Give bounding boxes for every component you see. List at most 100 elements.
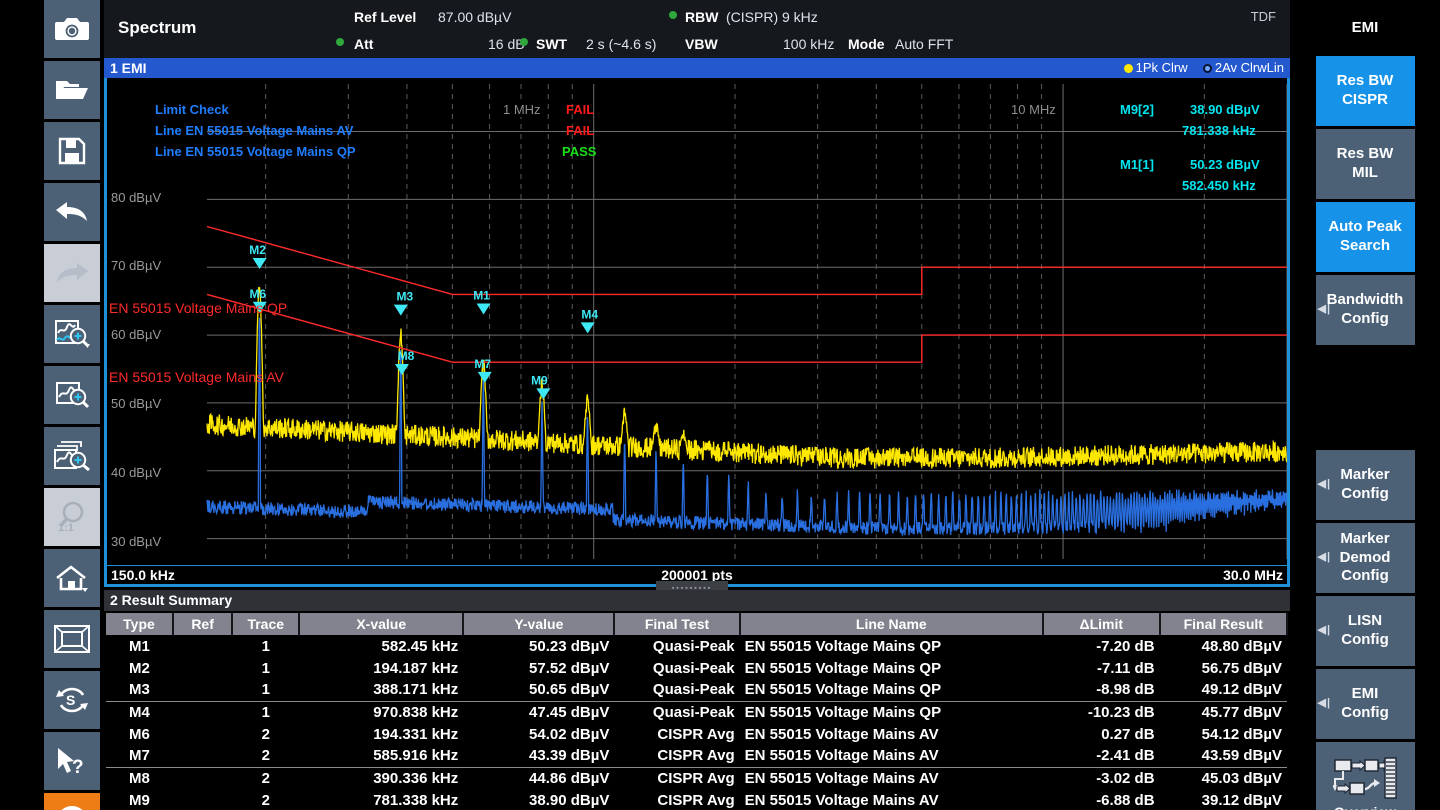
fullscreen-icon[interactable] (44, 610, 100, 668)
window2-title[interactable]: 2 Result Summary (104, 590, 1290, 611)
att-label: Att (354, 36, 373, 52)
cell-ref (173, 701, 232, 723)
table-row[interactable]: M92781.338 kHz38.90 dBµVCISPR AvgEN 5501… (106, 789, 1287, 810)
menu-item-label: MarkerDemodConfig (1340, 530, 1391, 586)
y-tick-40: 40 dBµV (111, 465, 161, 480)
overview-button[interactable]: Overview (1316, 742, 1415, 810)
menu-item-emi-config[interactable]: ◀EMIConfig (1316, 669, 1415, 739)
marker-readout-m9-label: M9[2] (1120, 102, 1154, 117)
spectrum-plot[interactable]: M2M6M3M8M1M7M9M4 80 dBµV 70 dBµV 60 dBµV… (104, 78, 1290, 565)
cell-delta-limit: -8.98 dB (1043, 679, 1160, 701)
sequencer-icon[interactable]: S (44, 671, 100, 729)
menu-item-bandwidth-config[interactable]: ◀BandwidthConfig (1316, 275, 1415, 345)
undo-arrow-icon[interactable] (44, 183, 100, 241)
menu-item-lisn-config[interactable]: ◀LISNConfig (1316, 596, 1415, 666)
x-tick-10mhz: 10 MHz (1009, 102, 1058, 117)
cell-trace: 2 (232, 723, 299, 745)
limit-line-qp-result: PASS (562, 144, 596, 159)
cell-line-name: EN 55015 Voltage Mains QP (740, 635, 1043, 657)
menu-item-res-bw-mil[interactable]: Res BWMIL (1316, 129, 1415, 199)
marker-triangle-M1 (477, 304, 491, 315)
column-header-linename[interactable]: Line Name (740, 613, 1043, 635)
column-header-ref[interactable]: Ref (173, 613, 232, 635)
open-folder-icon[interactable] (44, 61, 100, 119)
start-frequency[interactable]: 150.0 kHz (111, 567, 175, 583)
zoom-in-icon[interactable] (44, 366, 100, 424)
menu-item-marker-config[interactable]: ◀MarkerConfig (1316, 450, 1415, 520)
cell-delta-limit: -6.88 dB (1043, 789, 1160, 810)
column-header-finalresult[interactable]: Final Result (1160, 613, 1287, 635)
rbw-status-dot (669, 11, 677, 19)
zoom-1to1-icon[interactable]: 1:1 (44, 488, 100, 546)
table-row[interactable]: M21194.187 kHz57.52 dBµVQuasi-PeakEN 550… (106, 657, 1287, 679)
multi-zoom-icon[interactable] (44, 427, 100, 485)
cell-final-result: 39.12 dBµV (1160, 789, 1287, 810)
menu-title: EMI (1316, 0, 1415, 56)
table-header-row: TypeRefTraceX-valueY-valueFinal TestLine… (106, 613, 1287, 635)
column-header-yvalue[interactable]: Y-value (463, 613, 614, 635)
vbw-value[interactable]: 100 kHz (783, 36, 834, 52)
table-row[interactable]: M41970.838 kHz47.45 dBµVQuasi-PeakEN 550… (106, 701, 1287, 723)
fft-mode-label: Mode (848, 36, 885, 52)
cell-type: M3 (106, 679, 173, 701)
camera-icon[interactable] (44, 0, 100, 58)
stop-frequency[interactable]: 30.0 MHz (1223, 567, 1283, 583)
trace-legend[interactable]: 1Pk Clrw 2Av ClrwLin (1124, 58, 1284, 78)
emi-diagram-window: 1 EMI 1Pk Clrw 2Av ClrwLin M2M6M3M8M1M7M… (104, 58, 1290, 587)
att-status-dot (336, 38, 344, 46)
cell-type: M2 (106, 657, 173, 679)
table-row[interactable]: M11582.45 kHz50.23 dBµVQuasi-PeakEN 5501… (106, 635, 1287, 657)
cell-type: M8 (106, 767, 173, 789)
mode-label[interactable]: Spectrum (118, 18, 196, 38)
rbw-value[interactable]: (CISPR) 9 kHz (726, 9, 818, 25)
marker-label-M3: M3 (396, 290, 413, 304)
column-header-type[interactable]: Type (106, 613, 173, 635)
home-icon[interactable] (44, 549, 100, 607)
ref-level-value[interactable]: 87.00 dBµV (438, 9, 511, 25)
redo-arrow-icon[interactable] (44, 244, 100, 302)
cell-type: M4 (106, 701, 173, 723)
zoom-signal-icon[interactable] (44, 305, 100, 363)
column-header-trace[interactable]: Trace (232, 613, 299, 635)
svg-text:?: ? (72, 757, 84, 776)
menu-item-res-bw-cispr[interactable]: Res BWCISPR (1316, 56, 1415, 126)
column-header-limit[interactable]: ΔLimit (1043, 613, 1160, 635)
cell-line-name: EN 55015 Voltage Mains AV (740, 745, 1043, 767)
y-tick-50: 50 dBµV (111, 396, 161, 411)
help-icon[interactable]: ? (44, 793, 100, 810)
cell-line-name: EN 55015 Voltage Mains AV (740, 767, 1043, 789)
marker-label-M2: M2 (249, 243, 266, 257)
cell-final-test: Quasi-Peak (614, 679, 739, 701)
column-header-xvalue[interactable]: X-value (299, 613, 463, 635)
cell-trace: 1 (232, 657, 299, 679)
table-row[interactable]: M62194.331 kHz54.02 dBµVCISPR AvgEN 5501… (106, 723, 1287, 745)
menu-item-label: EMIConfig (1341, 685, 1388, 723)
cell-ref (173, 723, 232, 745)
table-row[interactable]: M31388.171 kHz50.65 dBµVQuasi-PeakEN 550… (106, 679, 1287, 701)
menu-item-marker-demod-config[interactable]: ◀MarkerDemodConfig (1316, 523, 1415, 593)
table-row[interactable]: M72585.916 kHz43.39 dBµVCISPR AvgEN 5501… (106, 745, 1287, 767)
window1-title[interactable]: 1 EMI (104, 58, 1290, 78)
swt-value[interactable]: 2 s (~4.6 s) (586, 36, 656, 52)
marker-readout-m1-freq: 582.450 kHz (1182, 178, 1256, 193)
limit-line-label-av: EN 55015 Voltage Mains AV (109, 369, 284, 385)
fft-mode-value[interactable]: Auto FFT (895, 36, 953, 52)
cell-final-test: Quasi-Peak (614, 657, 739, 679)
cell-delta-limit: -3.02 dB (1043, 767, 1160, 789)
cell-final-result: 56.75 dBµV (1160, 657, 1287, 679)
column-header-finaltest[interactable]: Final Test (614, 613, 739, 635)
limit-line-av-result: FAIL (566, 123, 594, 138)
att-value[interactable]: 16 dB (488, 36, 525, 52)
cell-line-name: EN 55015 Voltage Mains QP (740, 701, 1043, 723)
overview-icon (1333, 756, 1397, 800)
save-disk-icon[interactable] (44, 122, 100, 180)
submenu-arrow-icon: ◀ (1318, 303, 1331, 317)
menu-item-auto-peak-search[interactable]: Auto PeakSearch (1316, 202, 1415, 272)
cell-final-result: 49.12 dBµV (1160, 679, 1287, 701)
x-tick-1mhz: 1 MHz (501, 102, 543, 117)
pointer-help-icon[interactable]: ? (44, 732, 100, 790)
cell-ref (173, 657, 232, 679)
table-row[interactable]: M82390.336 kHz44.86 dBµVCISPR AvgEN 5501… (106, 767, 1287, 789)
cell-final-test: CISPR Avg (614, 767, 739, 789)
trace1-label: 1Pk Clrw (1136, 60, 1188, 75)
